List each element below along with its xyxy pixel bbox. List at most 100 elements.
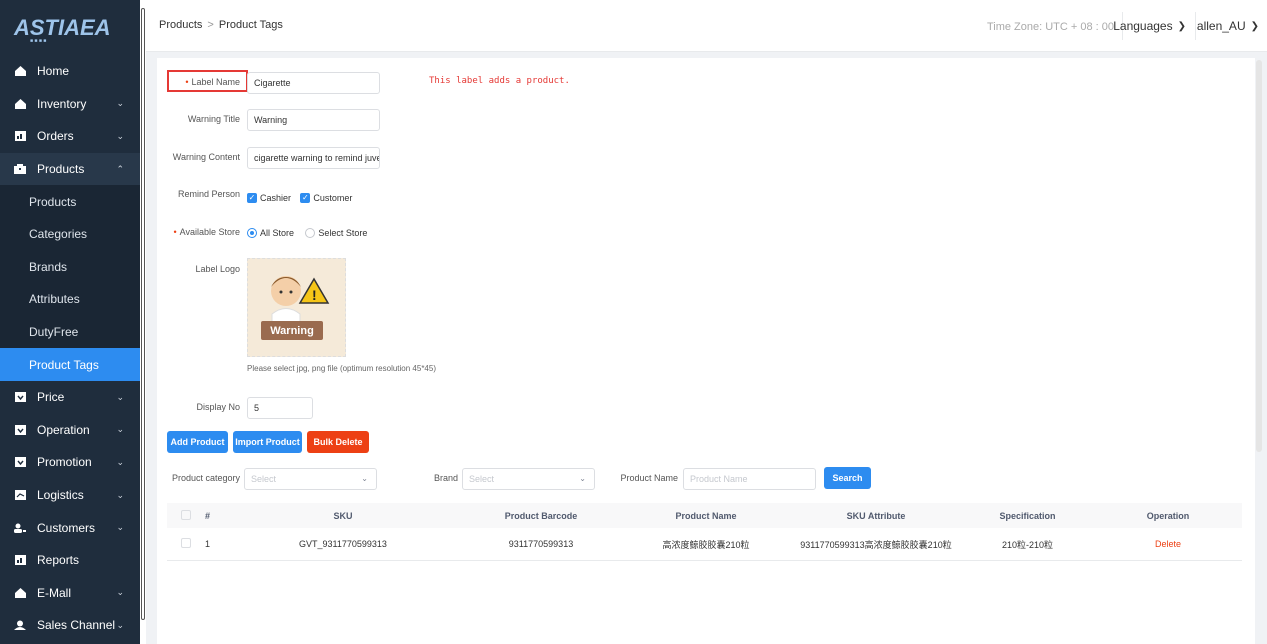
row-sku: GVT_9311770599313 — [299, 539, 387, 549]
chevron-down-icon: ⌄ — [116, 587, 124, 598]
label-logo-image[interactable]: ! Warning — [247, 258, 346, 357]
nav-customers[interactable]: Customers ⌄ — [0, 511, 140, 544]
nav-orders[interactable]: Orders ⌄ — [0, 120, 140, 153]
row-checkbox[interactable] — [181, 538, 191, 548]
chevron-down-icon: ⌄ — [579, 474, 586, 483]
chevron-down-icon: ⌄ — [116, 391, 124, 402]
brand-select[interactable]: Select ⌄ — [462, 468, 595, 490]
annotation-note: This label adds a product. — [429, 76, 570, 86]
timezone-label: Time Zone: UTC + 08 : 00 — [986, 21, 1114, 33]
nav-logistics[interactable]: Logistics ⌄ — [0, 479, 140, 512]
row-delete-link[interactable]: Delete — [1094, 539, 1242, 549]
nav-label: Orders — [37, 129, 74, 144]
chevron-down-icon: ⌄ — [116, 98, 124, 109]
reports-icon — [14, 555, 26, 566]
nav-promotion[interactable]: Promotion ⌄ — [0, 446, 140, 479]
nav-price[interactable]: Price ⌄ — [0, 381, 140, 414]
product-name-input[interactable]: Product Name — [683, 468, 816, 490]
bulk-delete-button[interactable]: Bulk Delete — [307, 431, 369, 453]
chevron-down-icon: ⌄ — [116, 619, 124, 630]
nav-label: Promotion — [37, 455, 92, 470]
select-all-checkbox[interactable] — [181, 509, 191, 520]
sidebar-item-brands[interactable]: Brands — [0, 250, 140, 284]
brand-filter-label: Brand — [433, 473, 458, 483]
nav-label: Inventory — [37, 96, 87, 111]
row-barcode: 9311770599313 — [508, 539, 574, 549]
warning-title-label: Warning Title — [187, 114, 240, 124]
nav-operation[interactable]: Operation ⌄ — [0, 414, 140, 447]
column-header-specification: Specification — [999, 510, 1056, 521]
nav-label: Logistics — [37, 488, 84, 503]
sidebar-scrollbar[interactable] — [141, 8, 145, 620]
sidebar-item-dutyfree[interactable]: DutyFree — [0, 315, 140, 349]
row-specification: 210粒-210粒 — [1001, 539, 1054, 550]
nav-reports[interactable]: Reports — [0, 544, 140, 577]
chevron-up-icon: ⌃ — [116, 163, 124, 174]
nav-label: E-Mall — [37, 585, 72, 600]
label-name-text: Label Name — [191, 77, 240, 87]
column-header-sku: SKU — [333, 510, 353, 521]
nav-label: Reports — [37, 553, 80, 568]
nav-label: Price — [37, 390, 65, 405]
all-store-radio[interactable]: All Store — [247, 228, 294, 238]
warning-content-input[interactable]: cigarette warning to remind juvenile — [247, 147, 380, 169]
sidebar-item-products[interactable]: Products — [0, 185, 140, 218]
languages-dropdown[interactable]: Languages ❯ — [1113, 16, 1186, 36]
chevron-down-icon: ⌄ — [116, 522, 124, 533]
breadcrumb-separator: > — [207, 19, 214, 31]
nav-inventory[interactable]: Inventory ⌄ — [0, 88, 140, 121]
search-button[interactable]: Search — [824, 467, 871, 489]
chevron-down-icon: ⌄ — [116, 130, 124, 141]
nav-products[interactable]: Products ⌃ — [0, 152, 140, 186]
cashier-checkbox[interactable]: ✓ Cashier — [247, 193, 291, 203]
radio-dot — [305, 228, 316, 238]
row-sku-attribute: 9311770599313高浓度鲸胶胶囊210粒 — [800, 539, 952, 550]
display-no-input[interactable]: 5 — [247, 397, 313, 419]
add-product-button[interactable]: Add Product — [167, 431, 228, 453]
nav-label: Customers — [37, 520, 96, 535]
nav-home[interactable]: Home — [0, 55, 140, 88]
column-header-barcode: Product Barcode — [504, 510, 578, 521]
row-product-name: 高浓度鲸胶胶囊210粒 — [662, 539, 750, 550]
home-icon — [14, 587, 26, 598]
user-menu[interactable]: allen_AU ❯ — [1197, 16, 1259, 36]
nav-label: Operation — [37, 422, 90, 437]
column-header-index: # — [205, 510, 211, 521]
store-radio-group: All Store Select Store — [247, 227, 375, 241]
chevron-down-icon: ⌄ — [116, 424, 124, 435]
label-logo-label: Label Logo — [195, 264, 240, 274]
available-store-text: Available Store — [179, 227, 240, 237]
breadcrumb: Products > Product Tags — [159, 19, 283, 31]
required-marker: • — [173, 227, 177, 237]
astiaea-logo[interactable]: ASTIAEA ■ ■ ■ ■ — [0, 0, 140, 55]
chart-icon — [14, 131, 26, 142]
breadcrumb-item-products[interactable]: Products — [159, 19, 202, 31]
languages-label: Languages — [1113, 19, 1173, 33]
customer-checkbox[interactable]: ✓ Customer — [300, 193, 352, 203]
select-store-label: Select Store — [318, 228, 368, 238]
display-no-label: Display No — [196, 402, 240, 412]
import-product-button[interactable]: Import Product — [233, 431, 302, 453]
category-select[interactable]: Select ⌄ — [244, 468, 377, 490]
column-header-operation: Operation — [1146, 510, 1190, 521]
radio-dot — [247, 228, 257, 238]
sidebar-item-product-tags[interactable]: Product Tags — [0, 348, 140, 381]
select-store-radio[interactable]: Select Store — [305, 228, 367, 238]
select-all-cell — [167, 509, 205, 522]
chevron-down-icon: ⌄ — [361, 474, 368, 483]
username: allen_AU — [1196, 19, 1246, 33]
sidebar-item-categories[interactable]: Categories — [0, 217, 140, 251]
nav-sales-channel[interactable]: Sales Channel ⌄ — [0, 609, 140, 642]
chevron-down-icon: ⌄ — [116, 489, 124, 500]
cartoon-warning-image: ! — [261, 276, 330, 340]
category-filter-label: Product category — [171, 473, 240, 483]
label-name-label: • Label Name — [170, 77, 240, 87]
sidebar-item-attributes[interactable]: Attributes — [0, 283, 140, 316]
label-name-input[interactable]: Cigarette — [247, 72, 380, 94]
column-header-sku-attribute: SKU Attribute — [846, 510, 906, 521]
content-scrollbar[interactable] — [1256, 60, 1262, 452]
nav-emall[interactable]: E-Mall ⌄ — [0, 577, 140, 610]
warning-title-input[interactable]: Warning — [247, 109, 380, 131]
nav-label: Sales Channel — [37, 618, 116, 633]
products-table: # SKU Product Barcode Product Name SKU A… — [167, 503, 1242, 561]
